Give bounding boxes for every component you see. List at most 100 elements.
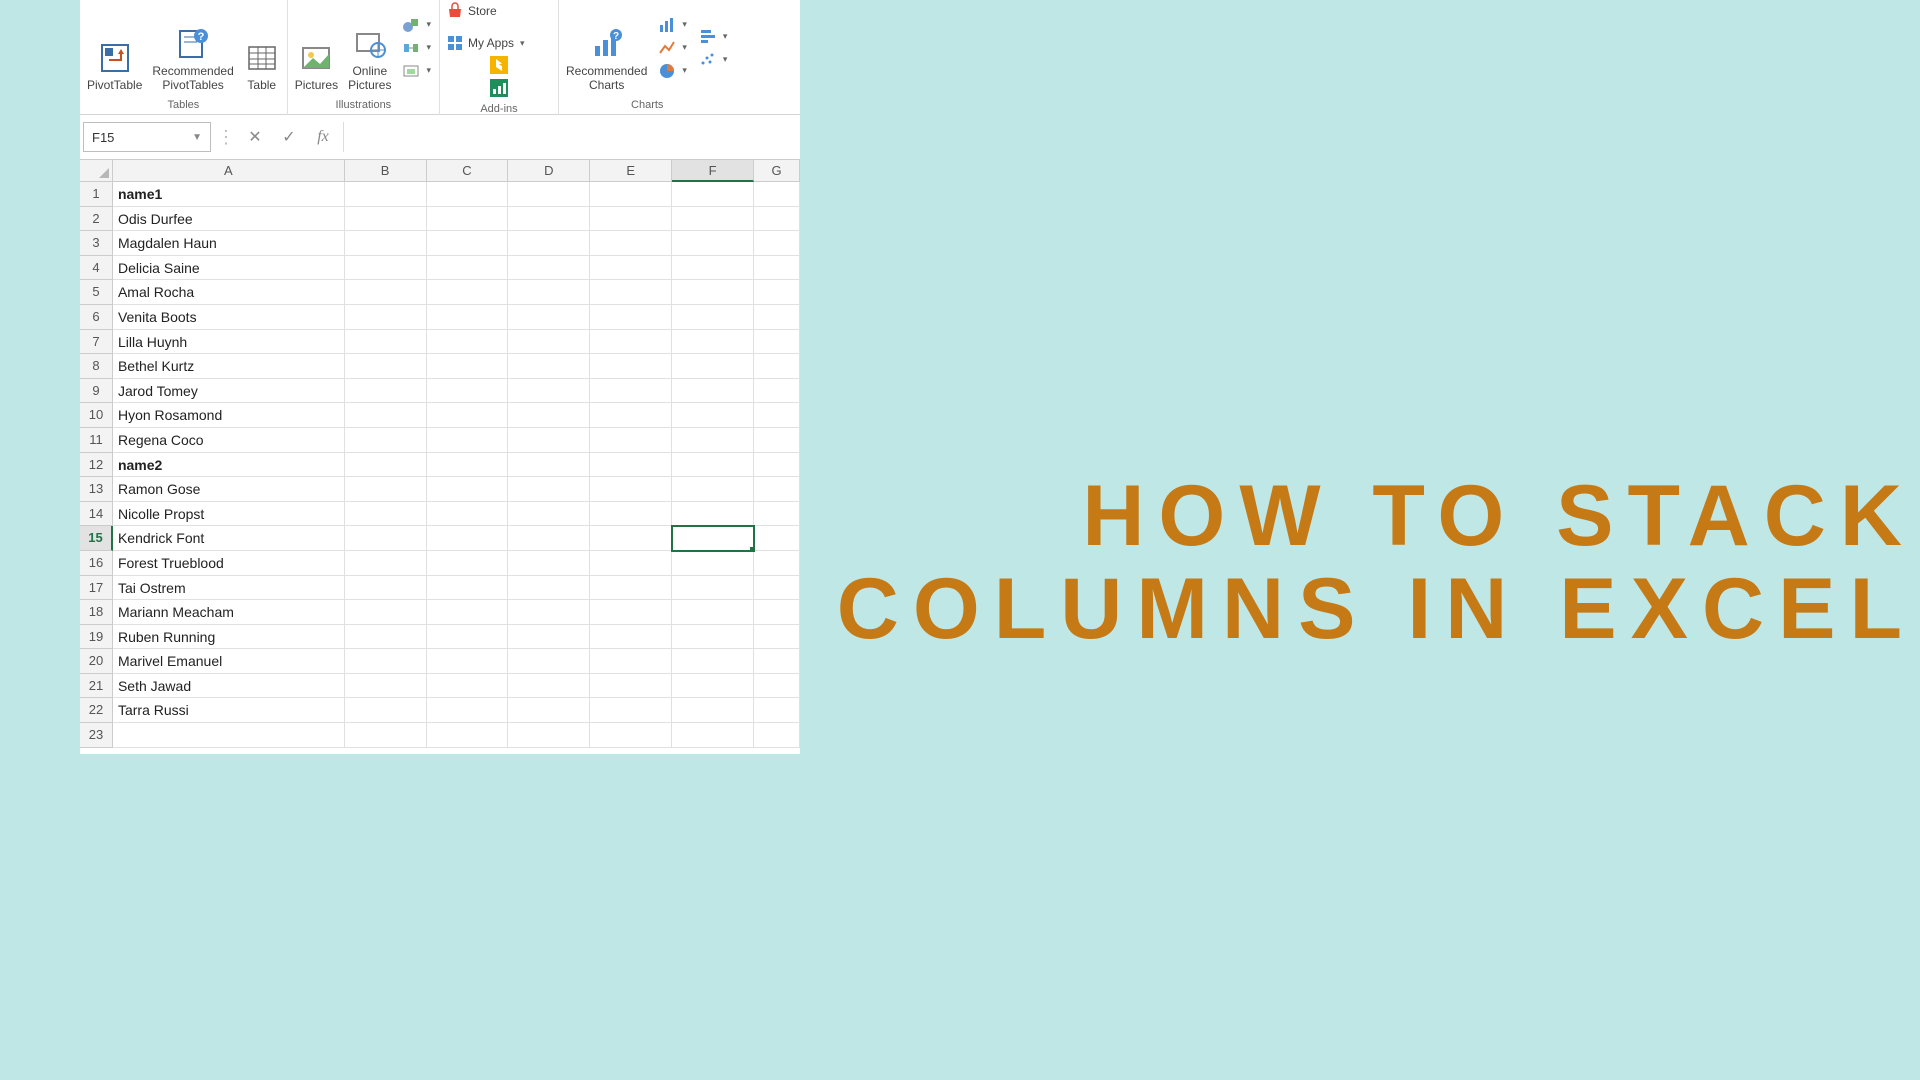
my-apps-button[interactable]: My Apps	[444, 32, 527, 54]
cell-E11[interactable]	[590, 428, 672, 453]
cell-A13[interactable]: Ramon Gose	[113, 477, 345, 502]
cell-F15[interactable]	[672, 526, 754, 551]
cell-E1[interactable]	[590, 182, 672, 207]
cell-B19[interactable]	[345, 625, 427, 650]
cell-G22[interactable]	[754, 698, 800, 723]
row-header-20[interactable]: 20	[80, 649, 113, 674]
pictures-button[interactable]: Pictures	[292, 38, 341, 95]
cell-A11[interactable]: Regena Coco	[113, 428, 345, 453]
cell-E4[interactable]	[590, 256, 672, 281]
row-header-19[interactable]: 19	[80, 625, 113, 650]
cell-B2[interactable]	[345, 207, 427, 232]
row-header-13[interactable]: 13	[80, 477, 113, 502]
row-header-2[interactable]: 2	[80, 207, 113, 232]
cell-D5[interactable]	[508, 280, 590, 305]
table-button[interactable]: Table	[241, 38, 283, 95]
row-header-9[interactable]: 9	[80, 379, 113, 404]
cell-F8[interactable]	[672, 354, 754, 379]
cell-D23[interactable]	[508, 723, 590, 748]
shapes-button[interactable]	[400, 14, 433, 36]
row-header-7[interactable]: 7	[80, 330, 113, 355]
bing-maps-button[interactable]	[488, 54, 510, 76]
cell-D7[interactable]	[508, 330, 590, 355]
cell-F22[interactable]	[672, 698, 754, 723]
cell-G5[interactable]	[754, 280, 800, 305]
cell-B11[interactable]	[345, 428, 427, 453]
row-header-18[interactable]: 18	[80, 600, 113, 625]
cell-D6[interactable]	[508, 305, 590, 330]
cell-E8[interactable]	[590, 354, 672, 379]
cell-E9[interactable]	[590, 379, 672, 404]
cell-F2[interactable]	[672, 207, 754, 232]
cell-D1[interactable]	[508, 182, 590, 207]
store-button[interactable]: Store	[444, 0, 499, 22]
cell-D10[interactable]	[508, 403, 590, 428]
enter-formula-button[interactable]: ✓	[275, 122, 303, 152]
cell-E2[interactable]	[590, 207, 672, 232]
cell-G3[interactable]	[754, 231, 800, 256]
cell-G7[interactable]	[754, 330, 800, 355]
row-header-22[interactable]: 22	[80, 698, 113, 723]
column-header-E[interactable]: E	[590, 160, 672, 182]
row-header-17[interactable]: 17	[80, 576, 113, 601]
pie-chart-button[interactable]	[656, 60, 689, 82]
cell-F23[interactable]	[672, 723, 754, 748]
column-header-G[interactable]: G	[754, 160, 800, 182]
cell-B6[interactable]	[345, 305, 427, 330]
cell-B15[interactable]	[345, 526, 427, 551]
select-all-corner[interactable]	[80, 160, 113, 182]
cell-F5[interactable]	[672, 280, 754, 305]
cell-G2[interactable]	[754, 207, 800, 232]
cell-B22[interactable]	[345, 698, 427, 723]
people-graph-button[interactable]	[488, 77, 510, 99]
cell-A16[interactable]: Forest Trueblood	[113, 551, 345, 576]
cell-G23[interactable]	[754, 723, 800, 748]
cell-F21[interactable]	[672, 674, 754, 699]
cell-E6[interactable]	[590, 305, 672, 330]
cell-C7[interactable]	[427, 330, 509, 355]
line-chart-button[interactable]	[656, 37, 689, 59]
cell-A20[interactable]: Marivel Emanuel	[113, 649, 345, 674]
column-header-B[interactable]: B	[345, 160, 427, 182]
cell-A21[interactable]: Seth Jawad	[113, 674, 345, 699]
column-header-F[interactable]: F	[672, 160, 754, 182]
cell-C23[interactable]	[427, 723, 509, 748]
cell-F7[interactable]	[672, 330, 754, 355]
cell-B20[interactable]	[345, 649, 427, 674]
cell-D8[interactable]	[508, 354, 590, 379]
cell-D11[interactable]	[508, 428, 590, 453]
cell-C11[interactable]	[427, 428, 509, 453]
cell-G1[interactable]	[754, 182, 800, 207]
cell-C3[interactable]	[427, 231, 509, 256]
cell-B1[interactable]	[345, 182, 427, 207]
cell-F6[interactable]	[672, 305, 754, 330]
row-header-4[interactable]: 4	[80, 256, 113, 281]
cell-F3[interactable]	[672, 231, 754, 256]
cell-C4[interactable]	[427, 256, 509, 281]
cell-A12[interactable]: name2	[113, 453, 345, 478]
column-header-C[interactable]: C	[427, 160, 509, 182]
cell-E10[interactable]	[590, 403, 672, 428]
cell-C8[interactable]	[427, 354, 509, 379]
cell-G10[interactable]	[754, 403, 800, 428]
cell-D3[interactable]	[508, 231, 590, 256]
cell-B17[interactable]	[345, 576, 427, 601]
cell-B23[interactable]	[345, 723, 427, 748]
cell-A22[interactable]: Tarra Russi	[113, 698, 345, 723]
cell-C9[interactable]	[427, 379, 509, 404]
cell-A14[interactable]: Nicolle Propst	[113, 502, 345, 527]
cell-B4[interactable]	[345, 256, 427, 281]
cell-D21[interactable]	[508, 674, 590, 699]
cell-E3[interactable]	[590, 231, 672, 256]
cell-C21[interactable]	[427, 674, 509, 699]
column-header-D[interactable]: D	[508, 160, 590, 182]
cell-A17[interactable]: Tai Ostrem	[113, 576, 345, 601]
cell-G8[interactable]	[754, 354, 800, 379]
column-header-A[interactable]: A	[113, 160, 345, 182]
cell-A18[interactable]: Mariann Meacham	[113, 600, 345, 625]
cell-B7[interactable]	[345, 330, 427, 355]
cell-B14[interactable]	[345, 502, 427, 527]
cell-A8[interactable]: Bethel Kurtz	[113, 354, 345, 379]
cell-D2[interactable]	[508, 207, 590, 232]
cell-E23[interactable]	[590, 723, 672, 748]
